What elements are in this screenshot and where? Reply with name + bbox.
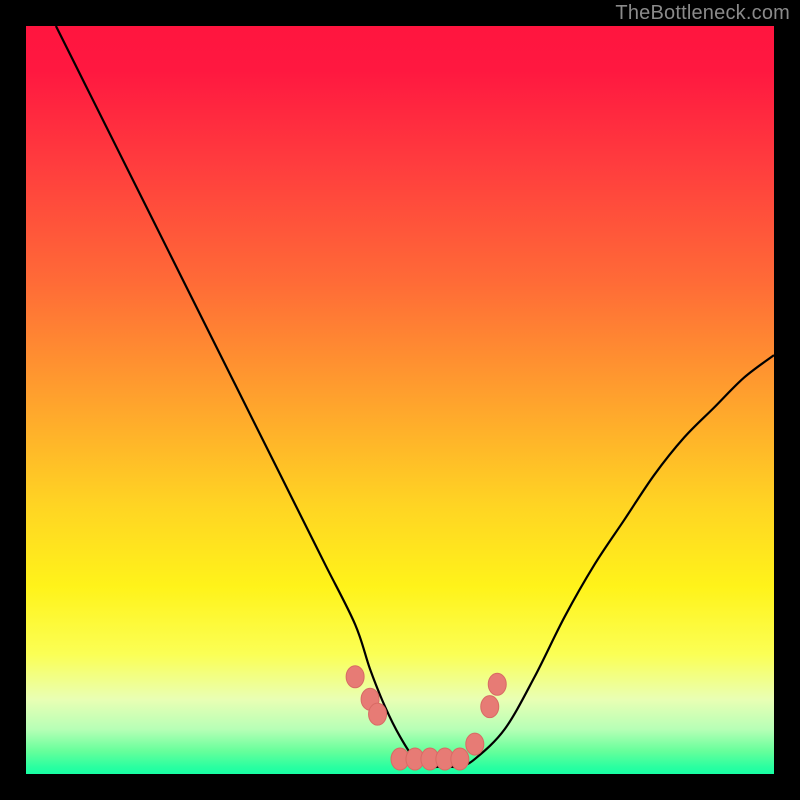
chart-frame: TheBottleneck.com — [0, 0, 800, 800]
bottleneck-curve — [56, 26, 774, 767]
chart-svg — [26, 26, 774, 774]
watermark-text: TheBottleneck.com — [615, 2, 790, 25]
highlight-dot — [466, 733, 484, 755]
highlight-markers — [346, 666, 506, 770]
highlight-dot — [488, 673, 506, 695]
highlight-dot — [451, 748, 469, 770]
highlight-dot — [369, 703, 387, 725]
highlight-dot — [481, 696, 499, 718]
plot-area — [26, 26, 774, 774]
highlight-dot — [346, 666, 364, 688]
